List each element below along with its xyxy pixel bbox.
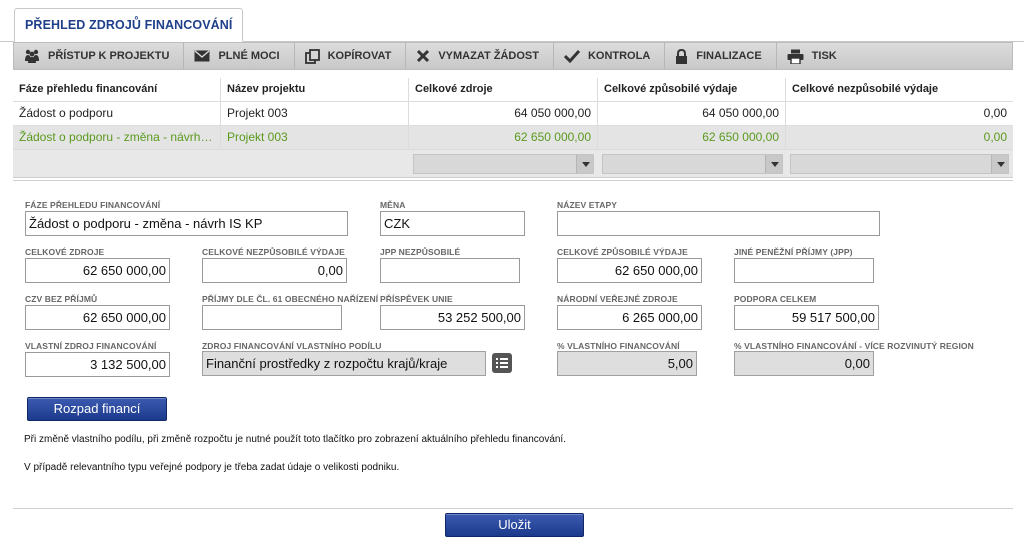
tisk-label: TISK (811, 50, 837, 62)
divider (13, 508, 1013, 509)
zdroj-vp-field[interactable]: Finanční prostředky z rozpočtu krajů/kra… (202, 351, 486, 376)
cell-faze: Žádost o podporu - změna - návrh IS... (13, 126, 221, 149)
celk-zdroje-field[interactable]: 62 650 000,00 (25, 258, 170, 283)
cell-celk-nezpusobile: 0,00 (983, 130, 1007, 144)
kontrola-label: KONTROLA (587, 50, 651, 62)
note-zmena-podilu: Při změně vlastního podílu, při změně ro… (24, 434, 566, 445)
chevron-down-icon (576, 155, 593, 173)
cell-celk-zpusobile: 62 650 000,00 (598, 126, 786, 149)
filter-celk-nezpusobile-select[interactable] (790, 154, 1009, 174)
checkmark-icon (563, 49, 580, 63)
tab-bar: PŘEHLED ZDROJŮ FINANCOVÁNÍ (0, 0, 1024, 42)
tisk-button[interactable]: TISK (777, 43, 851, 69)
col-header-celk-zpusobile[interactable]: Celkové způsobilé výdaje (598, 78, 786, 101)
cell-celk-zdroje: 64 050 000,00 (409, 102, 598, 125)
jine-prijmy-label: JINÉ PENĚŽNÍ PŘÍJMY (JPP) (734, 247, 853, 257)
zdroj-vp-label: ZDROJ FINANCOVÁNÍ VLASTNÍHO PODÍLU (202, 341, 382, 351)
pristup-k-projektu-button[interactable]: PŘÍSTUP K PROJEKTU (14, 43, 185, 69)
tab-prehled-zdroju[interactable]: PŘEHLED ZDROJŮ FINANCOVÁNÍ (14, 8, 244, 42)
table-row[interactable]: Žádost o podporu Projekt 003 64 050 000,… (13, 102, 1013, 126)
pristup-label: PŘÍSTUP K PROJEKTU (48, 50, 170, 62)
cell-nazev: Projekt 003 (221, 126, 409, 149)
jpp-nezp-label: JPP NEZPŮSOBILÉ (380, 247, 461, 257)
podpora-field[interactable]: 59 517 500,00 (734, 305, 879, 330)
vlastni-label: VLASTNÍ ZDROJ FINANCOVÁNÍ (25, 341, 157, 351)
celk-zp-field[interactable]: 62 650 000,00 (557, 258, 702, 283)
pct-vr-label: % VLASTNÍHO FINANCOVÁNÍ - VÍCE ROZVINUTÝ… (734, 341, 974, 351)
financovani-grid: Fáze přehledu financování Název projektu… (13, 78, 1013, 178)
prispevek-field[interactable]: 53 252 500,00 (380, 305, 525, 330)
celk-zdroje-label: CELKOVÉ ZDROJE (25, 247, 105, 257)
cell-celk-nezpusobile: 0,00 (983, 106, 1007, 120)
mena-field[interactable]: CZK (380, 211, 525, 236)
chevron-down-icon (765, 155, 782, 173)
mena-label: MĚNA (380, 200, 406, 210)
rozpad-financi-button[interactable]: Rozpad financí (27, 397, 167, 421)
nazev-etapy-field[interactable] (557, 211, 880, 236)
faze-label: FÁZE PŘEHLEDU FINANCOVÁNÍ (25, 200, 161, 210)
nazev-etapy-label: NÁZEV ETAPY (557, 200, 617, 210)
col-header-faze[interactable]: Fáze přehledu financování (13, 78, 221, 101)
cell-celk-zdroje: 62 650 000,00 (409, 126, 598, 149)
finalizace-label: FINALIZACE (696, 50, 762, 62)
celk-nezp-field[interactable]: 0,00 (202, 258, 347, 283)
list-icon[interactable] (492, 353, 512, 373)
narodni-field[interactable]: 6 265 000,00 (557, 305, 702, 330)
kopirovat-label: KOPÍROVAT (327, 50, 392, 62)
lock-icon (676, 48, 688, 64)
filter-celk-zdroje-select[interactable] (413, 154, 594, 174)
users-icon (25, 49, 39, 63)
col-header-celk-nezpusobile[interactable]: Celkové nezpůsobilé výdaje (786, 78, 1013, 101)
col-header-nazev[interactable]: Název projektu (221, 78, 409, 101)
table-row-selected[interactable]: Žádost o podporu - změna - návrh IS... P… (13, 126, 1013, 150)
pct-vf-label: % VLASTNÍHO FINANCOVÁNÍ (557, 341, 680, 351)
celk-nezp-label: CELKOVÉ NEZPŮSOBILÉ VÝDAJE (202, 247, 345, 257)
detail-form: FÁZE PŘEHLEDU FINANCOVÁNÍ Žádost o podpo… (13, 180, 1013, 544)
envelope-icon (194, 50, 210, 62)
chevron-down-icon (991, 155, 1008, 173)
cross-icon (417, 49, 430, 63)
grid-filter-row (13, 150, 1013, 178)
czv-field[interactable]: 62 650 000,00 (25, 305, 170, 330)
cell-faze: Žádost o podporu (13, 102, 221, 125)
finalizace-button[interactable]: FINALIZACE (665, 43, 777, 69)
prijmy-label: PŘÍJMY DLE ČL. 61 OBECNÉHO NAŘÍZENÍ (202, 294, 379, 304)
kontrola-button[interactable]: KONTROLA (554, 43, 666, 69)
ulozit-button[interactable]: Uložit (445, 513, 584, 537)
prispevek-label: PŘÍSPĚVEK UNIE (380, 294, 453, 304)
celk-zp-label: CELKOVÉ ZPŮSOBILÉ VÝDAJE (557, 247, 688, 257)
jine-prijmy-field[interactable] (734, 258, 874, 283)
filter-celk-zpusobile-select[interactable] (602, 154, 783, 174)
grid-header-row: Fáze přehledu financování Název projektu… (13, 78, 1013, 102)
pct-vr-field: 0,00 (734, 351, 874, 376)
faze-field[interactable]: Žádost o podporu - změna - návrh IS KP (25, 211, 348, 236)
podpora-label: PODPORA CELKEM (734, 294, 817, 304)
jpp-nezp-field[interactable] (380, 258, 520, 283)
cell-nazev: Projekt 003 (221, 102, 409, 125)
czv-label: CZV BEZ PŘÍJMŮ (25, 294, 98, 304)
cell-celk-zpusobile: 64 050 000,00 (598, 102, 786, 125)
note-verejna-podpora: V případě relevantního typu veřejné podp… (24, 462, 400, 473)
toolbar: PŘÍSTUP K PROJEKTU PLNÉ MOCI KOPÍROVAT V… (13, 42, 1013, 70)
copy-icon (304, 48, 320, 64)
vymazat-zadost-button[interactable]: VYMAZAT ŽÁDOST (406, 43, 554, 69)
pct-vf-field: 5,00 (557, 351, 697, 376)
col-header-celk-zdroje[interactable]: Celkové zdroje (409, 78, 598, 101)
kopirovat-button[interactable]: KOPÍROVAT (295, 43, 407, 69)
vymazat-label: VYMAZAT ŽÁDOST (438, 50, 539, 62)
prijmy-field[interactable] (202, 305, 342, 330)
vlastni-field[interactable]: 3 132 500,00 (25, 352, 170, 377)
plne-moci-label: PLNÉ MOCI (218, 50, 280, 62)
plne-moci-button[interactable]: PLNÉ MOCI (184, 43, 295, 69)
printer-icon (787, 49, 804, 64)
narodni-label: NÁRODNÍ VEŘEJNÉ ZDROJE (557, 294, 678, 304)
